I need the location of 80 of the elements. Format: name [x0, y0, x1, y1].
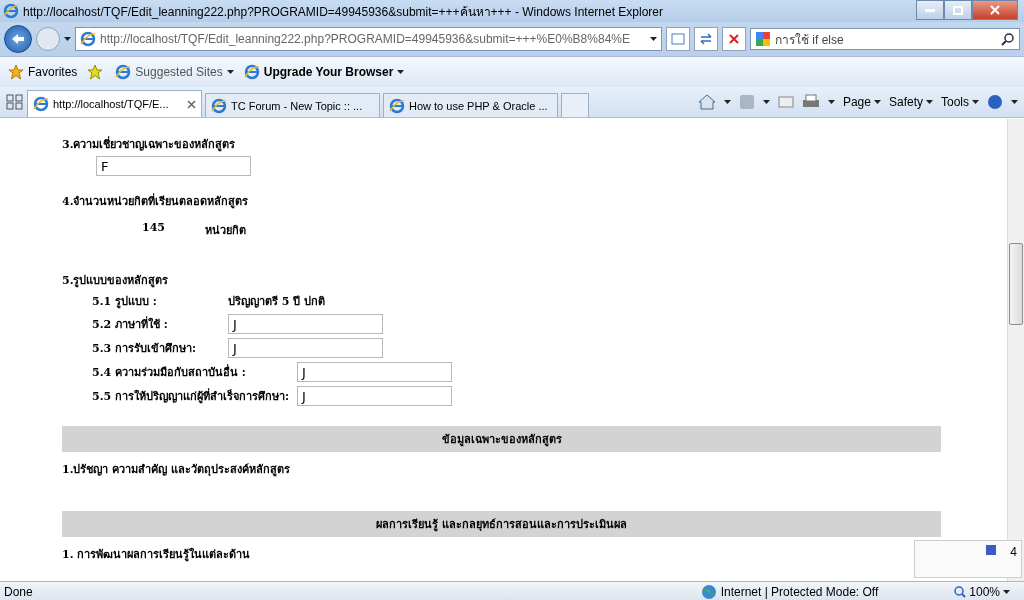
- page-icon: [389, 97, 405, 114]
- form-label: 5.5 การให้ปริญญาแก่ผู้ที่สำเร็จการศึกษา:: [92, 387, 290, 405]
- caret-icon[interactable]: [762, 100, 770, 104]
- browser-tab[interactable]: http://localhost/TQF/E...: [27, 90, 202, 117]
- section-band: ผลการเรียนรู้ และกลยุทธ์การสอนและการประเมินผล: [62, 511, 941, 537]
- form-label: 5.3 การรับเข้าศึกษา:: [92, 341, 198, 357]
- caret-icon[interactable]: [397, 70, 405, 74]
- input-field[interactable]: F: [96, 156, 251, 176]
- page-icon: [211, 97, 227, 114]
- favorites-item[interactable]: Upgrade Your Browser: [243, 64, 405, 80]
- quick-tabs-icon[interactable]: [6, 94, 24, 110]
- section-heading: 5.รูปแบบของหลักสูตร: [62, 272, 169, 290]
- page-icon: [33, 96, 49, 112]
- favorites-button[interactable]: Favorites: [8, 64, 78, 80]
- caret-icon[interactable]: [1003, 590, 1010, 594]
- section-heading: 1. การพัฒนาผลการเรียนรู้ในแต่ละด้าน: [62, 546, 251, 564]
- form-value: ปริญญาตรี 5 ปี ปกติ: [228, 294, 327, 310]
- page-icon: [115, 64, 132, 80]
- form-label: 5.2 ภาษาที่ใช้ :: [92, 315, 169, 333]
- zoom-button[interactable]: 100%: [954, 585, 1010, 599]
- back-button[interactable]: [4, 25, 32, 53]
- browser-tab[interactable]: How to use PHP & Oracle ...: [383, 93, 558, 117]
- search-provider-icon[interactable]: [755, 31, 771, 47]
- maximize-icon: [953, 5, 963, 15]
- caret-icon[interactable]: [873, 100, 881, 104]
- minimize-button[interactable]: [916, 0, 944, 20]
- command-menu[interactable]: Tools: [941, 95, 979, 109]
- refresh-button[interactable]: [694, 27, 718, 51]
- section-heading: 4.จำนวนหน่วยกิตที่เรียนตลอดหลักสูตร: [62, 192, 249, 211]
- section-band: ข้อมูลเฉพาะของหลักสูตร: [62, 426, 941, 452]
- input-field[interactable]: J: [297, 386, 453, 406]
- form-label: 5.1 รูปแบบ :: [92, 294, 158, 310]
- star-icon: [8, 64, 24, 80]
- close-icon[interactable]: [187, 99, 196, 109]
- caret-icon[interactable]: [972, 100, 979, 104]
- browser-tab[interactable]: TC Forum - New Topic :: ...: [205, 93, 380, 117]
- security-zone: Internet | Protected Mode: Off: [700, 584, 879, 600]
- command-menu[interactable]: Page: [842, 95, 881, 109]
- printer-icon[interactable]: [801, 94, 820, 110]
- caret-icon[interactable]: [827, 100, 835, 104]
- caret-icon[interactable]: [64, 37, 71, 41]
- caret-icon[interactable]: [226, 70, 234, 74]
- page-icon: [80, 31, 96, 47]
- caret-icon[interactable]: [723, 100, 731, 104]
- input-field[interactable]: J: [228, 338, 383, 358]
- input-field[interactable]: J: [228, 314, 383, 334]
- section-heading: 1.ปรัชญา ความสำคัญ และวัตถุประสงค์หลักสูตร: [62, 461, 291, 479]
- stop-button[interactable]: [722, 27, 746, 51]
- favorites-item[interactable]: Suggested Sites: [115, 64, 234, 80]
- close-icon: [990, 5, 1000, 15]
- caret-icon[interactable]: [1011, 100, 1018, 104]
- form-label: 5.4 ความร่วมมือกับสถาบันอื่น :: [92, 363, 247, 381]
- close-button[interactable]: [972, 0, 1018, 20]
- minimize-icon: [925, 8, 935, 12]
- search-field[interactable]: การใช้ if else: [750, 28, 1020, 50]
- unit-label: หน่วยกิต: [204, 223, 246, 239]
- page-icon: [671, 33, 685, 45]
- credit-value: 145: [142, 221, 165, 236]
- scrollbar[interactable]: [1007, 119, 1024, 581]
- address-field[interactable]: http://localhost/TQF/Edit_leanning222.php?PROGRAMID=49945936&submit=+++%E0%B8%84%E: [75, 27, 662, 51]
- window-title: http://localhost/TQF/Edit_leanning222.php?PROGRAMID=49945936&submit=+++ค้นหา+++ - Windows Internet Explorer: [23, 3, 664, 21]
- language-bar-text: 4: [1010, 545, 1017, 561]
- page-icon: [243, 64, 260, 80]
- caret-icon[interactable]: [650, 37, 657, 41]
- refresh-icon: [699, 33, 713, 45]
- square-icon: [986, 545, 997, 555]
- back-arrow-icon: [12, 34, 24, 44]
- zoom-icon: [954, 586, 967, 598]
- section-heading: 3.ความเชี่ยวชาญเฉพาะของหลักสูตร: [62, 135, 236, 154]
- globe-icon: [700, 584, 717, 600]
- ie-icon: [3, 3, 19, 19]
- maximize-button[interactable]: [944, 0, 972, 20]
- input-field[interactable]: J: [297, 362, 453, 382]
- search-icon[interactable]: [1001, 32, 1015, 46]
- status-text: Done: [4, 585, 34, 599]
- caret-icon[interactable]: [926, 100, 933, 104]
- compatibility-button[interactable]: [666, 27, 690, 51]
- home-icon[interactable]: [697, 94, 716, 110]
- stop-icon: [729, 34, 739, 44]
- command-menu[interactable]: Safety: [888, 95, 933, 109]
